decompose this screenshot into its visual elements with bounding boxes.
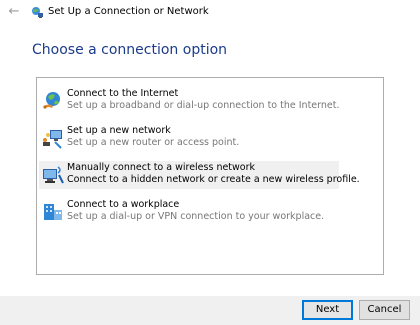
option-title: Set up a new network [67, 125, 171, 136]
page-heading: Choose a connection option [32, 42, 228, 58]
internet-globe-icon [43, 92, 60, 109]
option-connect-internet[interactable]: Connect to the Internet Set up a broadba… [39, 87, 340, 115]
wireless-network-icon [43, 166, 64, 184]
network-setup-icon [32, 7, 43, 18]
connection-options-list[interactable]: Connect to the Internet Set up a broadba… [36, 77, 384, 275]
window-title: Set Up a Connection or Network [48, 6, 209, 17]
option-title: Manually connect to a wireless network [67, 162, 256, 173]
back-button[interactable]: ← [6, 5, 22, 19]
workplace-vpn-icon [44, 204, 62, 220]
back-arrow-icon: ← [8, 4, 20, 19]
option-description: Set up a new router or access point. [67, 137, 240, 148]
option-description: Set up a broadband or dial-up connection… [67, 100, 340, 111]
option-title: Connect to a workplace [67, 199, 180, 210]
cancel-button[interactable]: Cancel [359, 300, 410, 320]
option-workplace[interactable]: Connect to a workplace Set up a dial-up … [39, 198, 339, 226]
next-button[interactable]: Next [302, 300, 353, 320]
option-description: Connect to a hidden network or create a … [67, 174, 360, 185]
title-bar: ← Set Up a Connection or Network [0, 0, 420, 26]
option-new-network[interactable]: Set up a new network Set up a new router… [39, 124, 339, 152]
option-manual-wireless[interactable]: Manually connect to a wireless network C… [39, 161, 360, 189]
option-title: Connect to the Internet [67, 88, 179, 99]
option-description: Set up a dial-up or VPN connection to yo… [67, 211, 325, 222]
new-network-icon [43, 130, 62, 149]
footer-bar: Next Cancel [0, 296, 420, 325]
